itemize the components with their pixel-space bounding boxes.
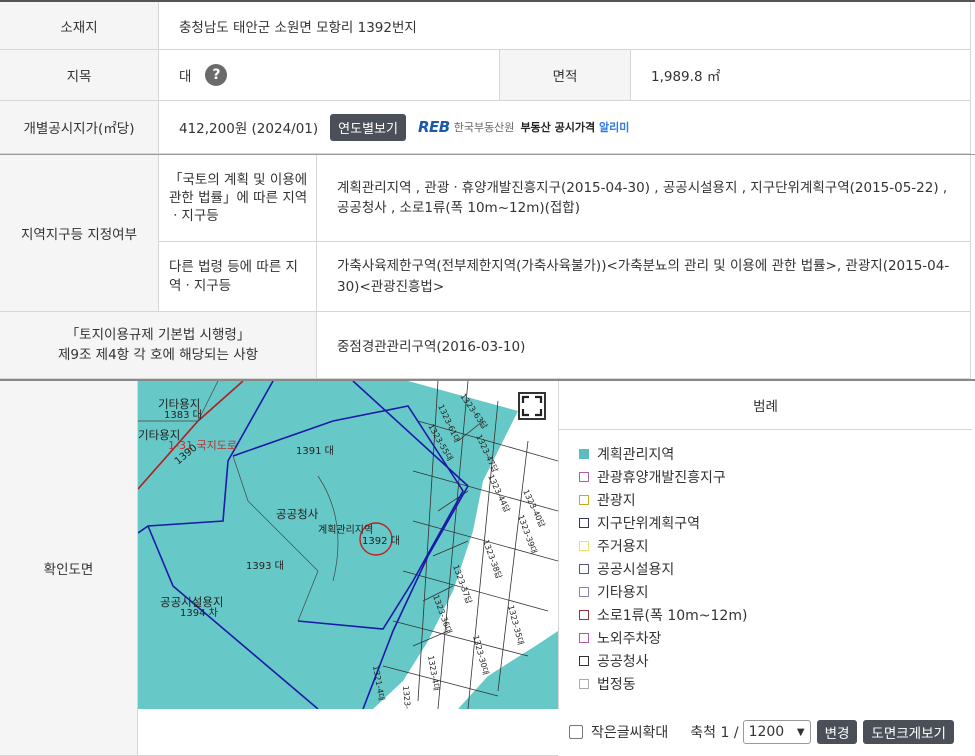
legend-label: 기타용지: [597, 585, 649, 602]
legend-label: 소로1류(폭 10m~12m): [597, 608, 748, 625]
legend-swatch: [579, 540, 589, 551]
scale-select[interactable]: 1200 ▼: [742, 720, 811, 744]
legend-swatch: [579, 564, 589, 575]
map-label-etc1: 기타용지: [158, 397, 200, 411]
legend-label: 관광휴양개발진흥지구: [597, 469, 726, 486]
legend-item: 공공시설용지: [579, 557, 972, 580]
legend-item: 기타용지: [579, 581, 972, 604]
expand-icon[interactable]: [518, 392, 546, 420]
reb-org-name: 한국부동산원: [453, 121, 515, 134]
legend-item: 관광휴양개발진흥지구: [579, 465, 972, 488]
map-district-boundary: [147, 525, 319, 709]
yearly-view-button[interactable]: 연도별보기: [330, 113, 406, 141]
land-category-cell: 대 ?: [159, 50, 500, 101]
legend-swatch: [579, 656, 589, 667]
map-drawing: 기타용지 1383 대 기타용지 1-31 국지도로 1390 1391 대 공…: [138, 381, 558, 709]
zoning-label: 지역지구등 지정여부: [0, 155, 159, 312]
map-district-boundary: [232, 405, 464, 630]
map-label-1394: 1394 차: [180, 607, 218, 619]
map-labels: 기타용지 1383 대 기타용지 1-31 국지도로 1390 1391 대 공…: [138, 397, 400, 619]
map-label-1383: 1383 대: [164, 409, 202, 421]
legend-item: 주거용지: [579, 534, 972, 557]
zoning-other-sublabel: 다른 법령 등에 따른 지역ㆍ지구등: [159, 242, 317, 312]
map-label-1392: 1392 대: [362, 535, 400, 547]
legend-label: 공공청사: [597, 654, 649, 671]
legend-item: 관광지: [579, 488, 972, 511]
zoning-national-value: 계획관리지역 , 관광ㆍ휴양개발진흥지구(2015-04-30) , 공공시설용…: [317, 155, 971, 242]
land-category-label: 지목: [0, 50, 159, 101]
legend-label: 주거용지: [597, 538, 649, 555]
legend-swatch: [579, 587, 589, 598]
land-use-plan-table: 소재지 충청남도 태안군 소원면 모항리 1392번지 지목 대 ? 면적 1,…: [0, 0, 975, 756]
legend-list: 계획관리지역관광휴양개발진흥지구관광지지구단위계획구역주거용지공공시설용지기타용…: [559, 430, 972, 696]
legend-item: 공공청사: [579, 650, 972, 673]
legend-item: 소로1류(폭 10m~12m): [579, 604, 972, 627]
regulation-value: 중점경관관리구역(2016-03-10): [317, 312, 971, 379]
map-label-public-facility: 공공시설용지: [160, 595, 223, 609]
legend-item: 법정동: [579, 673, 972, 696]
legend-label: 관광지: [597, 492, 636, 509]
map-label-road: 1-31 국지도로: [168, 439, 237, 452]
legend-panel: 범례 계획관리지역관광휴양개발진흥지구관광지지구단위계획구역주거용지공공시설용지…: [558, 381, 972, 709]
chevron-down-icon: ▼: [796, 726, 805, 738]
legend-item: 노외주차장: [579, 627, 972, 650]
legend-swatch: [579, 471, 589, 482]
map-label-1391: 1391 대: [296, 445, 334, 457]
map-footer: 작은글씨확대 축척 1 / 1200 ▼ 변경 도면크게보기: [558, 709, 971, 755]
legend-item: 지구단위계획구역: [579, 511, 972, 534]
land-category-value: 대: [179, 69, 192, 85]
map-section-label: 확인도면: [0, 381, 138, 756]
reb-service-name: 부동산 공시가격 알리미: [520, 121, 630, 134]
reb-realty-price-link[interactable]: REB 한국부동산원 부동산 공시가격 알리미: [418, 118, 629, 136]
legend-swatch: [579, 610, 589, 621]
regulation-label-line2: 제9조 제4항 각 호에 해당되는 사항: [57, 347, 259, 363]
map-label-public-office: 공공청사: [276, 507, 319, 521]
legend-swatch: [579, 494, 589, 505]
area-label: 면적: [500, 50, 631, 101]
location-value: 충청남도 태안군 소원면 모항리 1392번지: [159, 2, 971, 50]
enlarge-map-button[interactable]: 도면크게보기: [863, 720, 954, 744]
price-value: 412,200원 (2024/01): [179, 121, 319, 137]
legend-label: 법정동: [597, 677, 636, 694]
legend-swatch: [579, 448, 589, 459]
price-label: 개별공시지가(㎡당): [0, 101, 159, 154]
scale-value: 1200: [748, 724, 785, 740]
legend-swatch: [579, 517, 589, 528]
scale-label: 축척 1 /: [690, 725, 739, 741]
legend-swatch: [579, 633, 589, 644]
question-icon[interactable]: ?: [205, 64, 228, 86]
legend-label: 노외주차장: [597, 631, 662, 648]
legend-label: 계획관리지역: [597, 446, 675, 463]
zoning-other-value: 가축사육제한구역(전부제한지역(가축사육불가))<가축분뇨의 관리 및 이용에 …: [317, 242, 971, 312]
price-cell: 412,200원 (2024/01) 연도별보기 REB 한국부동산원 부동산 …: [159, 101, 971, 154]
legend-item: 계획관리지역: [579, 442, 972, 465]
reb-logo-icon: REB: [417, 118, 450, 136]
zoning-national-sublabel: 「국토의 계획 및 이용에 관한 법률」에 따른 지역ㆍ지구등: [159, 155, 317, 242]
small-text-label: 작은글씨확대: [591, 725, 669, 741]
legend-swatch: [579, 679, 589, 690]
location-label: 소재지: [0, 2, 159, 50]
cadastral-map[interactable]: 기타용지 1383 대 기타용지 1-31 국지도로 1390 1391 대 공…: [138, 381, 558, 709]
small-text-checkbox[interactable]: [569, 725, 583, 739]
legend-title: 범례: [559, 381, 972, 430]
map-label-plan-area: 계획관리지역: [318, 524, 373, 536]
scale-change-button[interactable]: 변경: [816, 720, 858, 744]
legend-label: 공공시설용지: [597, 562, 675, 579]
map-label-1393: 1393 대: [246, 560, 284, 572]
area-value: 1,989.8 ㎡: [631, 50, 971, 101]
legend-label: 지구단위계획구역: [597, 515, 701, 532]
regulation-label-line1: 「토지이용규제 기본법 시행령」: [65, 326, 251, 343]
regulation-label: 「토지이용규제 기본법 시행령」 제9조 제4항 각 호에 해당되는 사항: [0, 312, 317, 379]
map-footer-blank: [138, 709, 558, 756]
